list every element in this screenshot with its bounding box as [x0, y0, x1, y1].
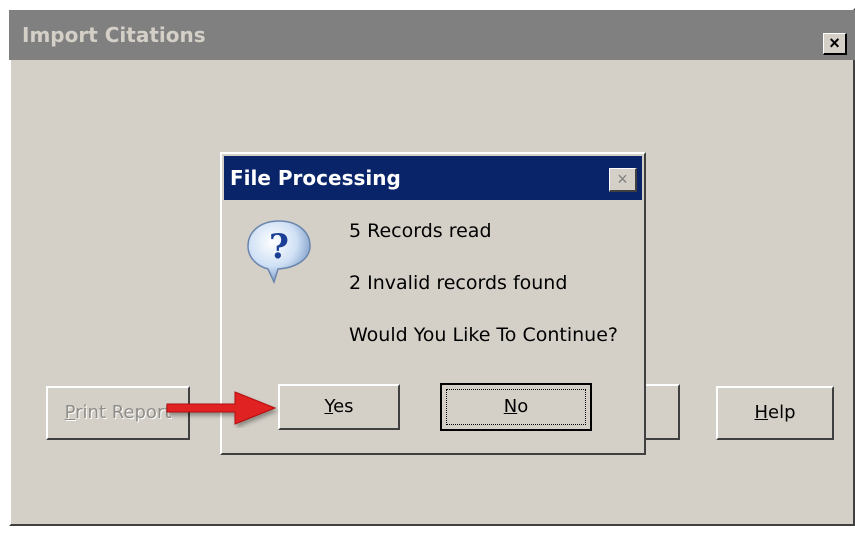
records-read-text: 5 Records read	[349, 220, 492, 242]
import-citations-title-bar[interactable]: Import Citations	[9, 10, 855, 60]
svg-text:?: ?	[269, 227, 289, 267]
dialog-close-button[interactable]: ×	[609, 168, 637, 192]
no-button[interactable]: No	[440, 383, 592, 431]
invalid-records-text: 2 Invalid records found	[349, 272, 568, 294]
yes-button[interactable]: Yes	[278, 384, 400, 430]
yes-label: es	[333, 396, 354, 417]
window-close-button[interactable]: ×	[823, 33, 847, 55]
print-report-accel: P	[64, 402, 76, 423]
focus-rect	[446, 389, 586, 425]
yes-accel: Y	[324, 396, 334, 417]
window-title: Import Citations	[22, 23, 206, 47]
file-processing-dialog: File Processing × ? 5 Records read 2 Inv…	[220, 152, 646, 455]
question-icon: ?	[247, 220, 311, 285]
continue-question-text: Would You Like To Continue?	[349, 324, 618, 346]
help-button[interactable]: Help	[716, 386, 834, 440]
print-report-label: rint Report	[75, 402, 172, 423]
dialog-title-bar[interactable]: File Processing ×	[224, 156, 642, 200]
help-accel: H	[754, 402, 769, 423]
close-icon: ×	[829, 33, 840, 53]
close-icon: ×	[617, 169, 628, 189]
red-arrow-icon	[166, 391, 277, 425]
dialog-title: File Processing	[230, 166, 401, 190]
help-label: elp	[768, 402, 796, 423]
